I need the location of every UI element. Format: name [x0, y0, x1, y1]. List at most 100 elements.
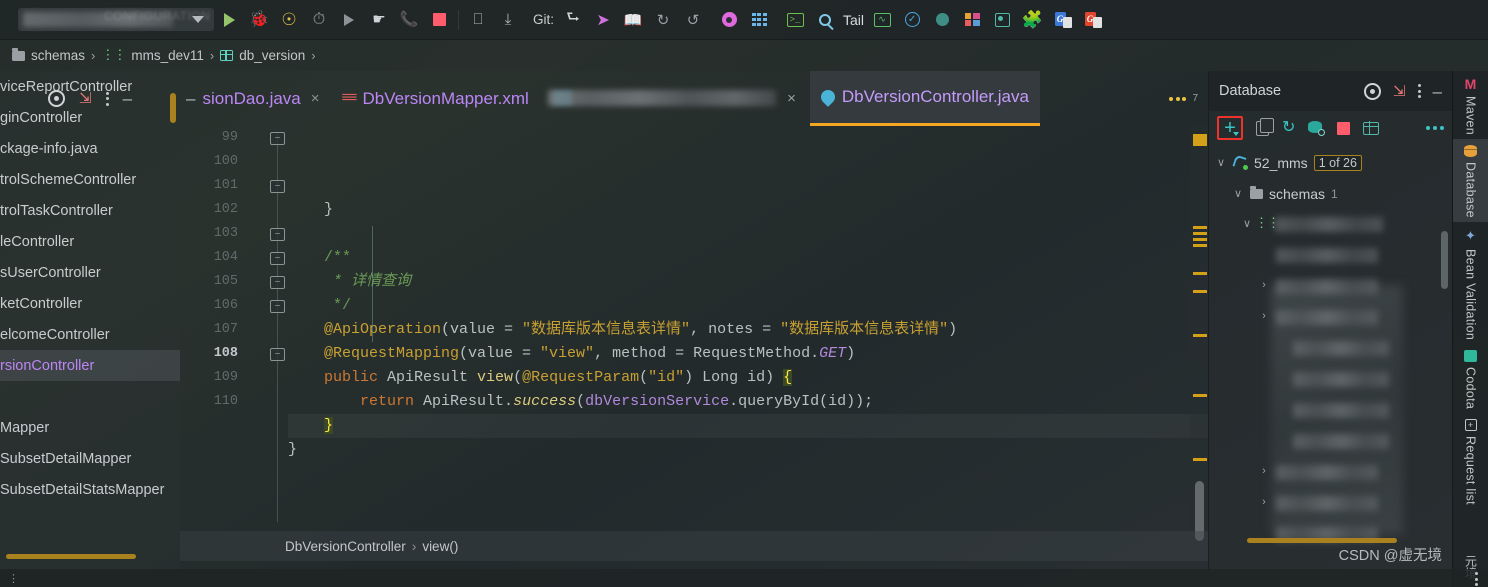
puzzle-plugin-icon[interactable]: 🧩 — [1017, 5, 1047, 35]
hide-panel-icon[interactable]: ‒ — [1433, 83, 1442, 100]
status-bar-toggle-icon[interactable]: ⋮ — [0, 572, 19, 585]
code-line[interactable]: /** — [288, 246, 1208, 270]
editor-tab-DbVersionController.java[interactable]: DbVersionController.java — [809, 71, 1040, 126]
database-horizontal-scrollbar[interactable] — [1247, 538, 1397, 543]
chevron-icon[interactable]: › — [1258, 465, 1270, 477]
screenshot-icon[interactable]: ⎕ — [463, 5, 493, 35]
google-doc-red-icon[interactable]: G — [1077, 5, 1107, 35]
project-tree-panel[interactable]: viceReportController ginController ckage-i… — [0, 71, 180, 569]
code-content[interactable]: } /** * 详情查询 */ @ApiOperation(value = "数… — [288, 126, 1208, 531]
project-item-12[interactable]: SubsetDetailMapper — [0, 443, 180, 474]
project-item-5[interactable]: leController — [0, 226, 180, 257]
code-folding-column[interactable]: − − − − − − − — [268, 126, 288, 531]
chevron-icon[interactable]: ∨ — [1241, 217, 1253, 230]
fold-collapse-icon[interactable]: − — [270, 252, 285, 265]
more-options-icon[interactable] — [1417, 84, 1421, 98]
database-tree-row-redacted[interactable] — [1209, 395, 1452, 426]
database-tree-row-redacted[interactable] — [1209, 426, 1452, 457]
chevron-icon[interactable]: › — [1258, 496, 1270, 508]
push-icon[interactable]: ➤ — [588, 5, 618, 35]
table-editor-icon[interactable] — [1362, 121, 1380, 135]
fold-collapse-icon[interactable]: − — [270, 276, 285, 289]
locate-target-icon[interactable] — [1363, 82, 1381, 100]
rollback-icon[interactable]: ↺ — [678, 5, 708, 35]
stop-icon[interactable] — [424, 5, 454, 35]
settings-gear-icon[interactable] — [714, 5, 744, 35]
fold-collapse-icon[interactable]: − — [270, 300, 285, 313]
run-with-coverage-icon[interactable]: ☉ — [274, 5, 304, 35]
database-icon[interactable] — [987, 5, 1017, 35]
chevron-down-icon[interactable] — [192, 16, 204, 23]
tail-label[interactable]: Tail — [840, 12, 867, 28]
add-datasource-icon[interactable]: + — [1217, 116, 1243, 140]
editor-marker-gutter[interactable] — [1190, 126, 1210, 541]
close-icon[interactable]: × — [787, 90, 796, 107]
more-options-icon[interactable] — [1475, 572, 1478, 586]
more-options-icon[interactable] — [105, 91, 109, 106]
collapse-all-icon[interactable]: ⇲ — [79, 91, 92, 106]
project-item-2[interactable]: ckage-info.java — [0, 133, 180, 164]
project-item-8[interactable]: elcomeController — [0, 319, 180, 350]
locate-target-icon[interactable] — [48, 90, 65, 107]
warning-marker[interactable] — [1193, 458, 1207, 461]
download-icon[interactable]: ⤓ — [493, 5, 523, 35]
close-icon[interactable]: × — [311, 90, 320, 107]
code-line[interactable] — [288, 462, 1208, 486]
warning-marker[interactable] — [1193, 134, 1207, 146]
branch-icon[interactable]: ⮑ — [558, 5, 588, 35]
fold-collapse-icon[interactable]: − — [270, 180, 285, 193]
collapse-all-icon[interactable]: ⇲ — [1393, 84, 1406, 99]
run-configuration-selector[interactable]: CONFIGURATION — [18, 8, 214, 31]
fold-collapse-icon[interactable]: − — [270, 228, 285, 241]
warning-marker[interactable] — [1193, 272, 1207, 275]
database-tree-row-redacted[interactable]: ∨ ⋮⋮ — [1209, 209, 1452, 240]
fold-collapse-icon[interactable]: − — [270, 348, 285, 361]
database-tree-row-52_mms[interactable]: ∨ 52_mms 1 of 26 — [1209, 147, 1452, 178]
teal-dot-icon[interactable] — [927, 5, 957, 35]
chevron-down-icon[interactable]: ∨ — [1232, 187, 1244, 200]
project-item-11[interactable]: Mapper — [0, 412, 180, 443]
chevron-down-icon[interactable]: ∨ — [1215, 156, 1227, 169]
database-tree-row-redacted[interactable]: › — [1209, 457, 1452, 488]
warning-marker[interactable] — [1193, 232, 1207, 235]
jump-to-query-console-icon[interactable] — [1308, 121, 1326, 136]
code-line[interactable]: * 详情查询 — [288, 270, 1208, 294]
warning-marker[interactable] — [1193, 238, 1207, 241]
code-line[interactable]: } — [288, 438, 1208, 462]
tool-window-button-codota[interactable]: Codota — [1453, 344, 1488, 413]
duplicate-icon[interactable] — [1256, 118, 1274, 136]
code-line[interactable]: public ApiResult view(@RequestParam("id"… — [288, 366, 1208, 390]
editor-tab-DbVersionMapper.xml[interactable]: ≡≡ DbVersionMapper.xml — [331, 71, 540, 126]
tool-window-button-request-list[interactable]: + Request list — [1453, 413, 1488, 509]
more-icon[interactable] — [1426, 126, 1444, 130]
chevron-icon[interactable]: › — [1258, 279, 1270, 291]
project-item-3[interactable]: trolSchemeController — [0, 164, 180, 195]
layout-icon[interactable] — [957, 5, 987, 35]
code-line[interactable]: @ApiOperation(value = "数据库版本信息表详情", note… — [288, 318, 1208, 342]
code-editor[interactable]: 99 100 101 102 103 104 105 106 107 108 109 110 − − − −… — [180, 126, 1208, 531]
database-tree-row-redacted[interactable] — [1209, 240, 1452, 271]
database-tree-row-redacted[interactable] — [1209, 364, 1452, 395]
editor-tab-redacted[interactable]: × — [540, 71, 810, 126]
breadcrumb-item-mms-dev11[interactable]: mms_dev11 — [131, 48, 204, 63]
code-line[interactable]: @RequestMapping(value = "view", method =… — [288, 342, 1208, 366]
code-line[interactable] — [288, 222, 1208, 246]
database-vertical-scrollbar[interactable] — [1441, 231, 1448, 289]
project-item-9[interactable]: rsionController — [0, 350, 180, 381]
grid-icon[interactable] — [744, 5, 774, 35]
history-icon[interactable]: ↻ — [648, 5, 678, 35]
tab-overflow[interactable]: 7 — [1169, 71, 1198, 126]
breadcrumb-item-schemas[interactable]: schemas — [31, 48, 85, 63]
tool-window-button-maven[interactable]: M Maven — [1453, 71, 1488, 139]
project-horizontal-scrollbar[interactable] — [6, 554, 136, 559]
database-tree-row-redacted[interactable]: › — [1209, 488, 1452, 519]
warning-marker[interactable] — [1193, 290, 1207, 293]
diff-icon[interactable]: 📖 — [618, 5, 648, 35]
warning-marker[interactable] — [1193, 244, 1207, 247]
database-tree-row-redacted[interactable] — [1209, 333, 1452, 364]
code-line[interactable]: } — [288, 414, 1208, 438]
project-item-6[interactable]: sUserController — [0, 257, 180, 288]
warning-marker[interactable] — [1193, 334, 1207, 337]
run-icon[interactable] — [214, 5, 244, 35]
chevron-icon[interactable]: › — [1258, 310, 1270, 322]
